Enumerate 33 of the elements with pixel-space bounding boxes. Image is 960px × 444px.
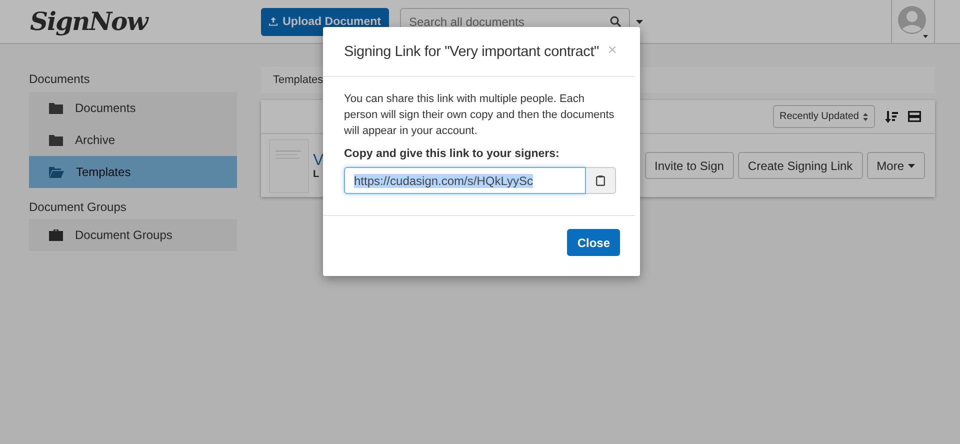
- more-dropdown-button[interactable]: More: [866, 152, 925, 179]
- briefcase-icon: [49, 229, 63, 241]
- caret-icon[interactable]: [636, 20, 643, 24]
- open-folder-icon: [49, 166, 64, 178]
- section-heading: Documents: [29, 72, 91, 88]
- clipboard-icon: [596, 175, 605, 186]
- select-arrows-icon: [863, 112, 868, 120]
- list-view-icon[interactable]: [908, 111, 921, 122]
- sidebar-item[interactable]: Archive: [29, 124, 237, 156]
- folder-icon: [49, 102, 63, 114]
- dialog-message: You can share this link with multiple people. Each person will sign their own copy and then the documents will appear in your account.: [344, 92, 616, 139]
- document-thumbnail[interactable]: [269, 138, 309, 192]
- section-heading: Document Groups: [29, 200, 128, 216]
- copy-button[interactable]: [586, 167, 616, 194]
- caret-icon: [908, 164, 915, 168]
- breadcrumb[interactable]: Templates: [273, 74, 324, 86]
- folder-icon: [49, 134, 63, 146]
- logo[interactable]: SignNow: [0, 7, 261, 36]
- document-title[interactable]: V: [313, 152, 324, 168]
- document-subtitle: L: [313, 168, 320, 180]
- sidebar-item[interactable]: Documents: [29, 92, 237, 124]
- sidebar-item[interactable]: Templates: [29, 156, 237, 188]
- close-dialog-button[interactable]: Close: [567, 229, 620, 256]
- action-button[interactable]: Invite to Sign: [644, 152, 734, 179]
- link-label: Copy and give this link to your signers:: [344, 148, 560, 160]
- search-icon[interactable]: [610, 16, 621, 26]
- sort-icon[interactable]: [885, 110, 898, 122]
- upload-icon: [269, 16, 278, 27]
- dialog-title: Signing Link for "Very important contract": [344, 44, 599, 60]
- sort-select[interactable]: Recently Updated: [772, 105, 875, 128]
- action-button[interactable]: Create Signing Link: [738, 152, 863, 179]
- sidebar-item[interactable]: Document Groups: [29, 219, 237, 251]
- link-field[interactable]: https://cudasign.com/s/HQkLyySc: [344, 167, 586, 194]
